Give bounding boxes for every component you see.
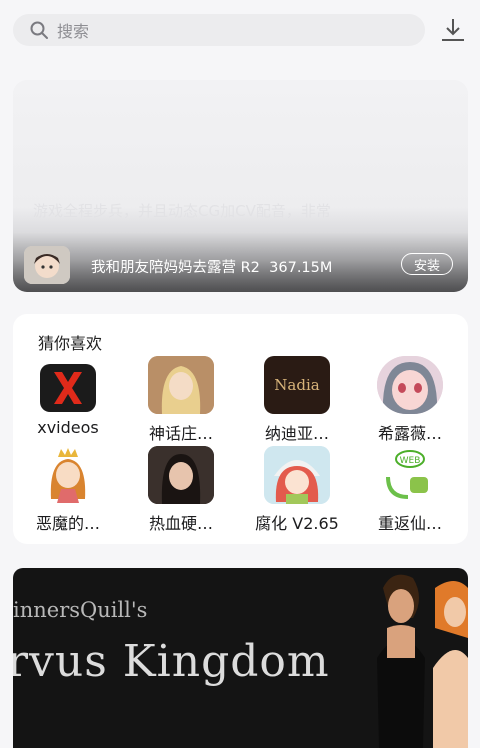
app-item-devil[interactable]: 恶魔的… — [18, 446, 118, 534]
nadia-icon: Nadia — [264, 356, 330, 414]
banner-app-size: 367.15M — [269, 260, 333, 276]
app-item-return[interactable]: WEB 重返仙… — [360, 446, 460, 534]
myth-manor-icon — [148, 356, 214, 414]
download-icon — [442, 19, 464, 41]
xvideos-icon — [40, 364, 96, 412]
sylvie-icon — [377, 356, 443, 414]
promo-title: rvus Kingdom — [13, 636, 330, 687]
app-name: xvideos — [37, 418, 99, 437]
recommend-card: 猜你喜欢 xvideos 神话庄… Nadia 纳迪亚… 希露薇… 恶魔的… 热… — [13, 314, 468, 544]
app-item-corruption[interactable]: 腐化 V2.65 — [247, 446, 347, 534]
promo-characters — [377, 574, 468, 748]
app-item-sylvie[interactable]: 希露薇… — [360, 356, 460, 444]
promo-banner[interactable]: innersQuill's rvus Kingdom — [13, 568, 468, 748]
corruption-icon — [264, 446, 330, 504]
install-button[interactable]: 安装 — [401, 253, 453, 275]
app-item-nadia[interactable]: Nadia 纳迪亚… — [247, 356, 347, 444]
featured-banner[interactable]: 游戏全程步兵，并且动态CG加CV配音，非常 我和朋友陪妈妈去露营 R2 367.… — [13, 80, 468, 292]
hot-blood-icon — [148, 446, 214, 504]
promo-subtitle: innersQuill's — [13, 598, 148, 622]
banner-app-title: 我和朋友陪妈妈去露营 R2 367.15M — [91, 260, 333, 276]
devil-icon — [35, 446, 101, 504]
recommend-title: 猜你喜欢 — [38, 334, 103, 353]
svg-text:WEB: WEB — [400, 456, 421, 466]
app-name: 恶魔的… — [35, 514, 100, 533]
app-name: 重返仙… — [377, 514, 442, 533]
app-item-myth-manor[interactable]: 神话庄… — [131, 356, 231, 444]
banner-app-thumbnail — [24, 246, 70, 284]
app-name: 纳迪亚… — [264, 424, 329, 443]
app-name: 希露薇… — [377, 424, 442, 443]
app-item-xvideos[interactable]: xvideos — [18, 360, 118, 437]
app-name: 神话庄… — [148, 424, 213, 443]
app-item-hot-blood[interactable]: 热血硬… — [131, 446, 231, 534]
search-placeholder: 搜索 — [57, 22, 90, 41]
app-name: 热血硬… — [148, 514, 213, 533]
banner-description: 游戏全程步兵，并且动态CG加CV配音，非常 — [33, 202, 331, 220]
search-icon — [30, 21, 48, 39]
download-button[interactable] — [436, 14, 470, 46]
return-icon: WEB — [377, 446, 443, 504]
search-bar[interactable]: 搜索 — [13, 14, 425, 46]
app-name: 腐化 V2.65 — [255, 514, 339, 533]
